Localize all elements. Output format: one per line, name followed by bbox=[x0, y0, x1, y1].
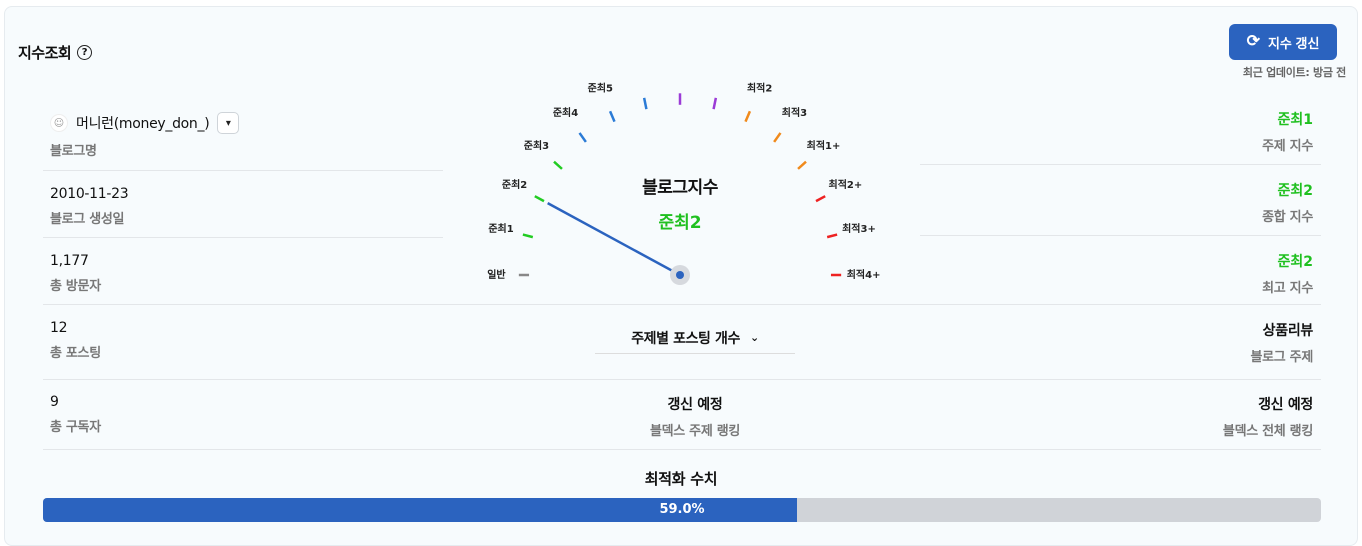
gauge-tick bbox=[534, 195, 545, 203]
gauge-tick-label: 최적3 bbox=[782, 106, 807, 119]
grade-label: 최고 지수 bbox=[1262, 281, 1313, 296]
header: 지수조회 ? bbox=[18, 42, 93, 63]
blog-name-block: ☺ 머니런(money_don_) ▾ 블로그명 bbox=[50, 112, 240, 159]
select-label: 주제별 포스팅 개수 bbox=[631, 330, 740, 347]
gauge-grade: 준최2 bbox=[658, 213, 702, 233]
stat-value: 2010-11-23 bbox=[50, 186, 129, 202]
stat-label: 총 구독자 bbox=[50, 420, 101, 435]
ranking-value: 갱신 예정 bbox=[1258, 397, 1313, 413]
gauge-tick bbox=[815, 195, 826, 203]
blog-name: 머니런(money_don_) bbox=[76, 116, 210, 132]
stat-subscribers: 9 총 구독자 bbox=[50, 394, 101, 435]
stat-value: 12 bbox=[50, 320, 68, 336]
gauge-tick bbox=[797, 160, 807, 170]
overall-index: 준최2 종합 지수 bbox=[1262, 180, 1313, 225]
chevron-down-icon: ⌄ bbox=[749, 331, 759, 344]
stat-visitors: 1,177 총 방문자 bbox=[50, 253, 101, 294]
ranking-value: 갱신 예정 bbox=[667, 397, 723, 413]
gauge-hub-dot bbox=[676, 271, 684, 279]
gauge-tick bbox=[773, 132, 782, 143]
refresh-icon: ⟳ bbox=[1246, 33, 1260, 50]
stat-created: 2010-11-23 블로그 생성일 bbox=[50, 186, 129, 227]
divider bbox=[43, 304, 1321, 305]
divider bbox=[920, 235, 1321, 236]
gauge-tick bbox=[608, 110, 616, 123]
refresh-button-label: 지수 갱신 bbox=[1267, 35, 1320, 51]
gauge-tick-label: 준최4 bbox=[553, 106, 578, 119]
gauge-tick-label: 최적2+ bbox=[829, 178, 863, 191]
progress-label: 59.0% bbox=[659, 502, 705, 517]
gauge-title: 블로그지수 bbox=[642, 178, 718, 198]
avatar: ☺ bbox=[50, 114, 68, 132]
divider bbox=[920, 164, 1321, 165]
gauge-tick-label: 최적2 bbox=[747, 81, 772, 94]
blog-topic: 상품리뷰 블로그 주제 bbox=[1250, 320, 1313, 365]
grade-label: 주제 지수 bbox=[1262, 139, 1313, 154]
ranking-label: 블덱스 주제 랭킹 bbox=[649, 424, 741, 439]
topic-posting-select[interactable]: 주제별 포스팅 개수 ⌄ bbox=[595, 322, 795, 354]
gauge-tick bbox=[553, 160, 563, 170]
gauge-tick bbox=[522, 233, 534, 239]
refresh-index-button[interactable]: ⟳ 지수 갱신 bbox=[1229, 24, 1337, 60]
stat-posts: 12 총 포스팅 bbox=[50, 320, 101, 361]
divider bbox=[43, 449, 1321, 450]
gauge-tick-label: 준최5 bbox=[588, 81, 613, 94]
blog-select-dropdown[interactable]: ▾ bbox=[217, 112, 240, 134]
gauge-tick bbox=[826, 233, 838, 239]
stat-label: 총 포스팅 bbox=[50, 346, 101, 361]
gauge-tick bbox=[642, 97, 648, 110]
chevron-down-icon: ▾ bbox=[225, 117, 231, 129]
gauge-tick-label: 준최2 bbox=[502, 178, 527, 191]
blog-name-label: 블로그명 bbox=[50, 144, 97, 159]
gauge-tick-label: 준최3 bbox=[524, 139, 549, 152]
help-circle-icon[interactable]: ? bbox=[77, 45, 93, 60]
optimization-title: 최적화 수치 bbox=[644, 470, 718, 488]
divider bbox=[43, 237, 443, 238]
gauge-tick-label: 준최1 bbox=[488, 222, 513, 235]
gauge-tick-label: 최적1+ bbox=[807, 139, 841, 152]
topic-value: 상품리뷰 bbox=[1262, 323, 1314, 339]
grade-value: 준최2 bbox=[1277, 254, 1313, 270]
stat-value: 9 bbox=[50, 394, 59, 410]
gauge-tick-label: 최적4+ bbox=[847, 268, 881, 281]
gauge-tick bbox=[578, 132, 587, 143]
divider bbox=[43, 379, 1321, 380]
divider bbox=[43, 170, 443, 171]
gauge-tick bbox=[744, 110, 752, 123]
stat-label: 블로그 생성일 bbox=[50, 212, 125, 227]
ranking-label: 블덱스 전체 랭킹 bbox=[1222, 424, 1313, 439]
grade-label: 종합 지수 bbox=[1262, 210, 1313, 225]
total-ranking: 갱신 예정 블덱스 전체 랭킹 bbox=[1223, 394, 1313, 439]
gauge-tick bbox=[712, 97, 718, 110]
best-index: 준최2 최고 지수 bbox=[1262, 251, 1313, 296]
stat-value: 1,177 bbox=[50, 253, 89, 269]
topic-index: 준최1 주제 지수 bbox=[1262, 109, 1313, 154]
grade-value: 준최1 bbox=[1277, 112, 1313, 128]
grade-value: 준최2 bbox=[1277, 183, 1313, 199]
topic-label: 블로그 주제 bbox=[1250, 350, 1313, 365]
gauge-tick-label: 일반 bbox=[487, 268, 506, 281]
gauge-tick-label: 최적3+ bbox=[842, 222, 876, 235]
page-title: 지수조회 bbox=[18, 44, 72, 62]
topic-ranking: 갱신 예정 블덱스 주제 랭킹 bbox=[595, 394, 795, 439]
last-update-info: 최근 업데이트: 방금 전 bbox=[1242, 66, 1346, 79]
stat-label: 총 방문자 bbox=[50, 279, 101, 294]
